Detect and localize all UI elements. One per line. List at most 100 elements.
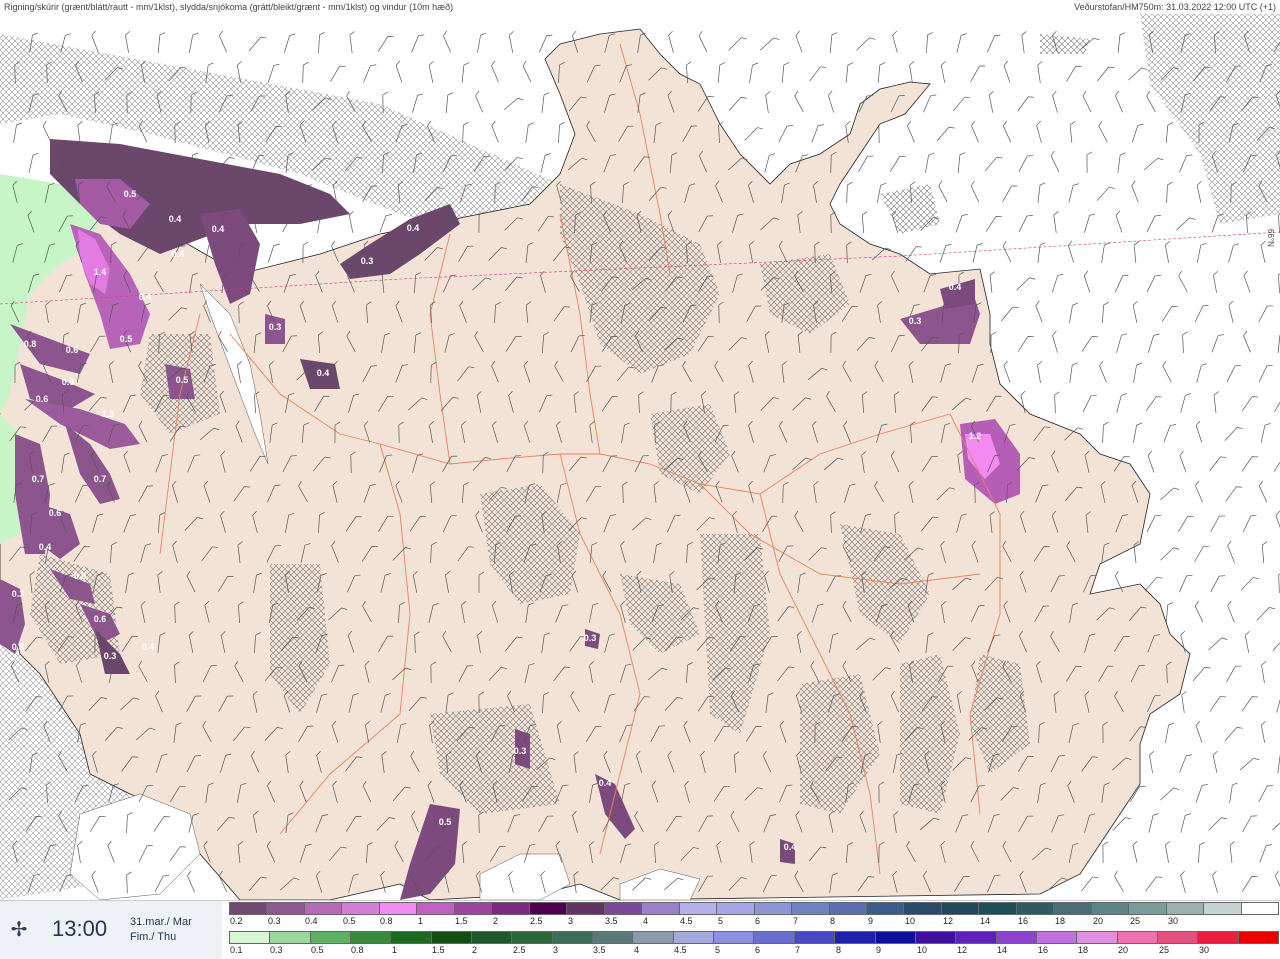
scale-swatch (267, 903, 305, 914)
scale-tick: 7 (795, 945, 801, 955)
precip-label: 0.3 (909, 316, 922, 326)
scale-tick: 0.8 (351, 945, 364, 955)
scale-swatch (1117, 932, 1158, 943)
scale-tick: 1 (418, 916, 424, 926)
scale-swatch (1016, 903, 1055, 914)
legend-description: Rigning/skúrir (grænt/blátt/rautt - mm/1… (4, 2, 454, 12)
precip-label: 0.6 (74, 571, 87, 581)
precip-label: 0.4 (39, 542, 52, 552)
scale-swatch (230, 903, 268, 914)
precip-label: 0.5 (124, 189, 137, 199)
scale-tick: 4 (634, 945, 640, 955)
scale-swatch (431, 932, 473, 943)
precip-label: 0.8 (24, 339, 37, 349)
forecast-date: 31.mar./ Mar Fim./ Thu (130, 915, 192, 945)
precip-label: 0.3 (12, 589, 25, 599)
scale-tick: 3 (568, 916, 574, 926)
scale-swatch (875, 932, 916, 943)
scale-swatch (270, 932, 311, 943)
scale-tick: 25 (1159, 945, 1170, 955)
scale-swatch (512, 932, 553, 943)
precip-label: 0.7 (94, 474, 107, 484)
precip-label: 0.3 (584, 633, 597, 643)
rain-colorscale (229, 931, 1279, 944)
scale-tick: 14 (980, 916, 991, 926)
precip-label: 0.6 (62, 377, 75, 387)
snow-scale-ticks: 0.2 0.3 0.4 0.5 0.8 1 1.5 2 2.5 3 3.5 4 4.5 5 6 7 8 9 10 12… (229, 916, 1279, 928)
scale-swatch (915, 932, 957, 943)
scale-swatch (454, 903, 493, 914)
scale-tick: 4.5 (680, 916, 693, 926)
scale-swatch (391, 932, 432, 943)
scale-swatch (679, 903, 718, 914)
precip-label: 0.3 (514, 746, 527, 756)
scale-swatch (714, 932, 755, 943)
scale-swatch (792, 903, 830, 914)
scale-tick: 18 (1078, 945, 1089, 955)
scale-tick: 1.5 (455, 916, 468, 926)
scale-tick: 20 (1093, 916, 1104, 926)
map-header: Rigning/skúrir (grænt/blátt/rautt - mm/1… (0, 0, 1280, 14)
scale-swatch (829, 903, 867, 914)
scale-tick: 14 (997, 945, 1008, 955)
scale-swatch (230, 932, 271, 943)
scale-swatch (304, 903, 343, 914)
wind-icon[interactable]: ✢ (8, 919, 30, 941)
scale-tick: 9 (876, 945, 882, 955)
scale-tick: 2 (493, 916, 499, 926)
precip-label: 0.5 (176, 375, 189, 385)
scale-tick: 2.5 (513, 945, 526, 955)
precip-label: 0.3 (269, 322, 282, 332)
scale-tick: 30 (1199, 945, 1210, 955)
forecast-time: 13:00 (52, 916, 108, 941)
scale-swatch (642, 903, 680, 914)
scale-swatch (472, 932, 513, 943)
scale-swatch (633, 932, 674, 943)
scale-swatch (1157, 932, 1199, 943)
scale-swatch (342, 903, 380, 914)
precip-label: 0.4 (169, 214, 182, 224)
precip-label: 0.5 (120, 334, 133, 344)
precip-label: 0.4 (172, 249, 185, 259)
scale-tick: 1 (392, 945, 398, 955)
scale-swatch (1204, 903, 1242, 914)
precip-label: 0.4 (142, 642, 155, 652)
scale-tick: 0.3 (268, 916, 281, 926)
scale-swatch (794, 932, 836, 943)
precip-label: 0.4 (407, 223, 420, 233)
scale-swatch (604, 903, 643, 914)
latitude-label: 66°N (1266, 229, 1275, 247)
precip-label: 0.4 (949, 282, 962, 292)
scale-tick: 1.5 (432, 945, 445, 955)
time-panel: ✢ 13:00 31.mar./ Mar Fim./ Thu (0, 901, 222, 959)
scale-swatch (1054, 903, 1092, 914)
scale-tick: 10 (905, 916, 916, 926)
precip-label: 0.4 (317, 368, 330, 378)
scale-swatch (904, 903, 942, 914)
scale-tick: 12 (957, 945, 968, 955)
rain-scale-ticks: 0.1 0.3 0.5 0.8 1 1.5 2 2.5 3 3.5 4 4.5 5 6 7 8 9 10 12 14 1… (229, 945, 1279, 957)
scale-tick: 0.2 (230, 916, 243, 926)
scale-tick: 12 (943, 916, 954, 926)
scale-swatch (866, 903, 905, 914)
scale-tick: 2 (472, 945, 478, 955)
scale-tick: 5 (715, 945, 721, 955)
scale-tick: 0.4 (305, 916, 318, 926)
scale-swatch (552, 932, 594, 943)
precip-label: 0.4 (784, 842, 797, 852)
scale-tick: 0.5 (311, 945, 324, 955)
scale-swatch (379, 903, 418, 914)
scale-swatch (1091, 903, 1130, 914)
date-line-2: Fim./ Thu (130, 931, 177, 943)
scale-swatch (673, 932, 715, 943)
precip-label: 0.6 (66, 345, 79, 355)
scale-swatch (1036, 932, 1078, 943)
scale-tick: 0.1 (230, 945, 243, 955)
scale-swatch (1129, 903, 1167, 914)
scale-swatch (717, 903, 755, 914)
scale-swatch (941, 903, 980, 914)
scale-tick: 10 (917, 945, 928, 955)
forecast-map[interactable]: 66°N 0.5 0.4 0.4 0.4 0.4 0.5 0.8 0.6 0.6 0.6 1.3 0.… (0, 14, 1280, 900)
scale-tick: 6 (755, 916, 761, 926)
scale-tick: 7 (793, 916, 799, 926)
